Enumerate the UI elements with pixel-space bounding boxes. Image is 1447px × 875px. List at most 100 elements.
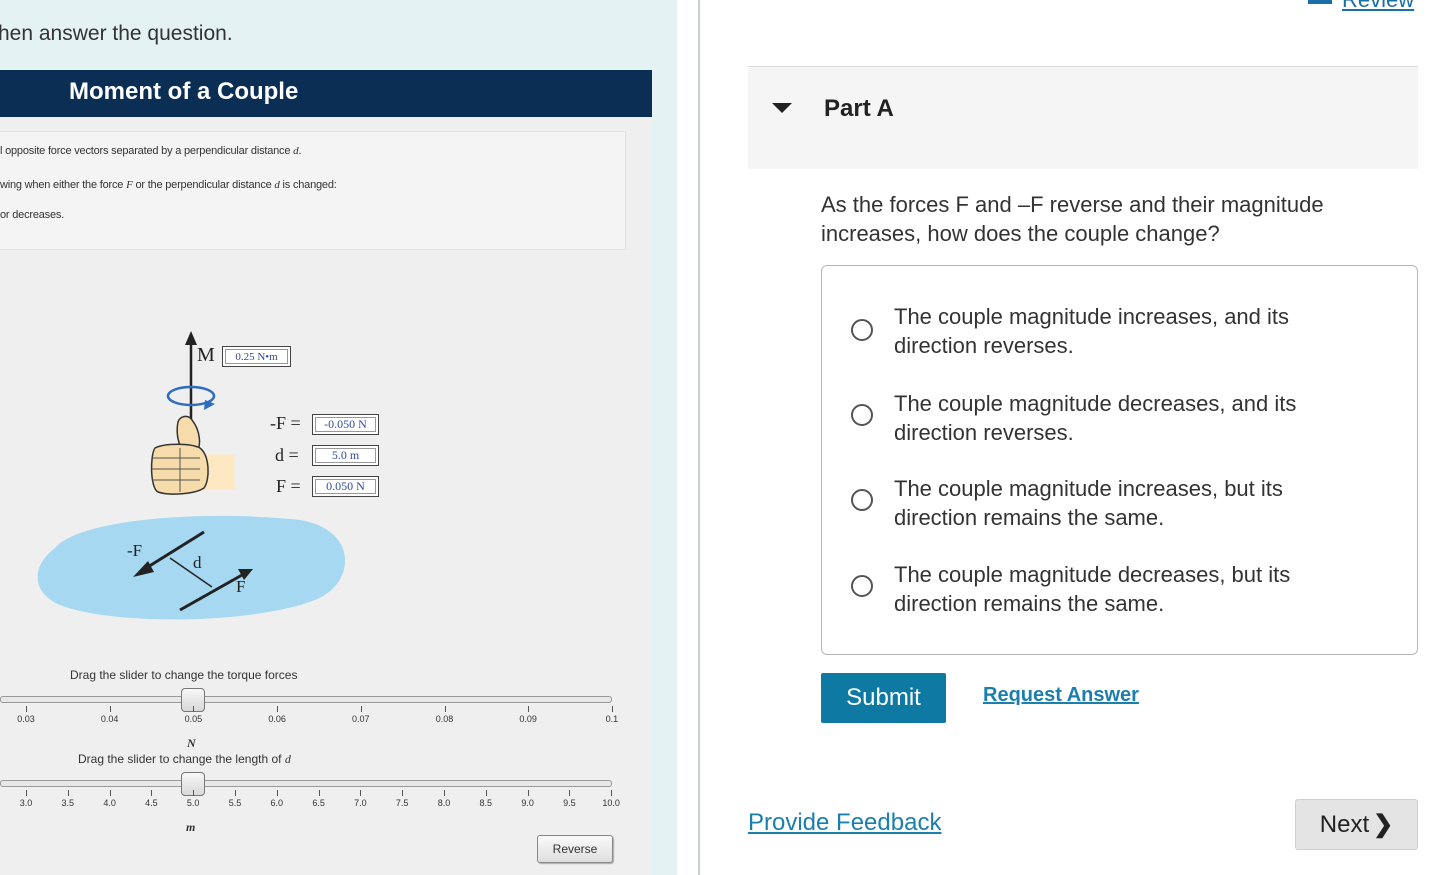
force-slider-tick-label: 0.1: [605, 714, 619, 724]
provide-feedback-link[interactable]: Provide Feedback: [748, 809, 941, 837]
sim-title: Moment of a Couple: [69, 78, 299, 105]
force-slider-tick: [360, 706, 362, 712]
distance-slider-unit: m: [186, 820, 196, 834]
force-slider-tick-label: 0.08: [435, 714, 454, 724]
radio-option-4[interactable]: [851, 575, 873, 597]
part-title: Part A: [824, 95, 894, 122]
answer-options: The couple magnitude increases, and its …: [821, 265, 1418, 655]
force-slider-tick: [193, 706, 195, 712]
distance-slider-tick-label: 4.0: [103, 798, 116, 808]
option-1-label[interactable]: The couple magnitude increases, and its …: [894, 302, 1364, 360]
force-slider-tick: [611, 706, 613, 712]
distance-slider-tick-label: 4.5: [145, 798, 158, 808]
distance-slider-tick: [485, 790, 487, 796]
distance-slider-tick: [26, 790, 27, 796]
force-value-box: 0.050 N: [312, 476, 379, 497]
review-link[interactable]: Review: [1342, 0, 1414, 13]
distance-slider-tick: [444, 790, 445, 796]
distance-slider-tick-label: 9.0: [521, 798, 534, 808]
collapse-caret-icon[interactable]: [772, 103, 792, 113]
radio-option-1[interactable]: [851, 319, 873, 341]
force-slider-unit: N: [187, 736, 196, 750]
next-label: Next: [1319, 811, 1370, 838]
neg-force-value-box: -0.050 N: [312, 414, 379, 435]
distance-slider-tick-label: 7.5: [395, 798, 409, 808]
force-slider-tick-label: 0.06: [268, 714, 286, 724]
distance-slider-tick: [569, 790, 571, 796]
distance-slider-tick-label: 8.0: [437, 798, 451, 808]
option-2[interactable]: The couple magnitude decreases, and its …: [822, 389, 1417, 469]
request-answer-link[interactable]: Request Answer: [983, 684, 1139, 707]
force-slider-tick: [528, 706, 530, 712]
force-slider-tick: [444, 706, 446, 712]
distance-slider-tick: [151, 790, 153, 796]
review-book-icon: [1308, 0, 1332, 4]
intro-text: hen answer the question.: [0, 22, 233, 45]
submit-button[interactable]: Submit: [821, 673, 946, 723]
distance-slider-track[interactable]: [0, 780, 612, 787]
neg-force-value: -0.050 N: [324, 417, 367, 431]
distance-slider-tick: [527, 790, 529, 796]
force-slider-tick: [26, 706, 27, 712]
distance-slider-tick-label: 6.5: [312, 798, 325, 808]
plate-distance-label: d: [193, 553, 202, 572]
next-button[interactable]: Next ❯: [1295, 799, 1418, 850]
distance-slider-tick-label: 3.0: [19, 798, 33, 808]
description-line-1: l opposite force vectors separated by a …: [0, 145, 302, 157]
force-value: 0.050 N: [326, 479, 365, 493]
distance-slider-tick: [235, 790, 236, 796]
distance-value: 5.0 m: [331, 448, 360, 462]
distance-slider-tick-label: 3.5: [61, 798, 75, 808]
distance-slider-tick-label: 5.0: [186, 798, 200, 808]
distance-slider-tick-label: 9.5: [563, 798, 576, 808]
simulation-panel: hen answer the question. Moment of a Cou…: [0, 0, 677, 875]
option-4[interactable]: The couple magnitude decreases, but its …: [822, 560, 1417, 640]
force-slider-caption: Drag the slider to change the torque for…: [70, 668, 298, 682]
radio-option-3[interactable]: [851, 489, 873, 511]
distance-slider-tick-label: 8.5: [479, 798, 493, 808]
distance-slider-tick-label: 7.0: [354, 798, 367, 808]
moment-arrowhead: [185, 331, 197, 345]
distance-slider-tick: [67, 790, 69, 796]
plate-neg-force-label: -F: [127, 541, 143, 560]
distance-value-box: 5.0 m: [312, 445, 379, 466]
option-3[interactable]: The couple magnitude increases, but its …: [822, 474, 1417, 554]
panel-divider: [698, 0, 700, 875]
moment-value: 0.25 N•m: [235, 351, 278, 363]
distance-slider-tick-label: 5.5: [228, 798, 242, 808]
distance-slider-tick: [109, 790, 111, 796]
distance-slider-tick: [276, 790, 278, 796]
chevron-right-icon: ❯: [1373, 811, 1394, 838]
option-2-label[interactable]: The couple magnitude decreases, and its …: [894, 389, 1364, 447]
moment-value-box: 0.25 N•m: [222, 346, 291, 367]
distance-slider-tick-label: 6.0: [270, 798, 284, 808]
option-1[interactable]: The couple magnitude increases, and its …: [822, 302, 1417, 382]
description-line-2: wing when either the force F or the perp…: [0, 179, 337, 191]
force-slider-tick-label: 0.09: [519, 714, 537, 724]
force-slider-tick-label: 0.05: [184, 714, 203, 724]
force-slider-tick-label: 0.07: [352, 714, 370, 724]
radio-option-2[interactable]: [851, 404, 873, 426]
distance-slider-tick-label: 10.0: [602, 798, 620, 808]
question-text: As the forces F and –F reverse and their…: [821, 192, 1324, 246]
thumbs-up-hand-icon: [150, 415, 235, 495]
distance-slider-tick: [402, 790, 404, 796]
description-line-3: or decreases.: [0, 209, 65, 221]
force-slider-tick-label: 0.03: [17, 714, 35, 724]
reverse-button[interactable]: Reverse: [537, 835, 613, 863]
force-label: F =: [276, 476, 301, 496]
force-slider-tick: [277, 706, 279, 712]
distance-slider-caption: Drag the slider to change the length of …: [78, 752, 291, 766]
option-3-label[interactable]: The couple magnitude increases, but its …: [894, 474, 1364, 532]
force-slider-tick-label: 0.04: [100, 714, 119, 724]
moment-label: M: [197, 344, 215, 366]
distance-slider-tick: [360, 790, 362, 796]
distance-label: d =: [275, 445, 299, 465]
option-4-label[interactable]: The couple magnitude decreases, but its …: [894, 560, 1364, 618]
plate-force-label: F: [236, 577, 246, 596]
force-slider-track[interactable]: [0, 696, 612, 703]
distance-slider-tick: [318, 790, 320, 796]
neg-force-label: -F =: [270, 413, 301, 433]
distance-slider-tick: [611, 790, 613, 796]
force-slider-tick: [109, 706, 111, 712]
